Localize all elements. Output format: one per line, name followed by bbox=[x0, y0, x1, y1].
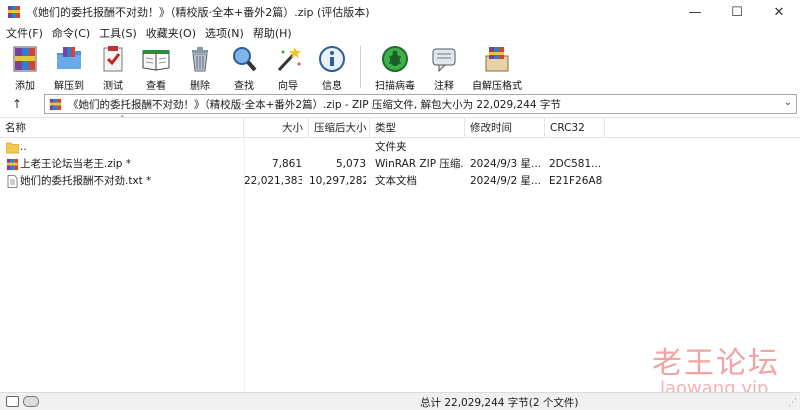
virus-scan-button[interactable]: 扫描病毒 bbox=[369, 42, 421, 92]
menu-favorites[interactable]: 收藏夹(O) bbox=[146, 25, 196, 41]
item-name: .. bbox=[20, 141, 27, 153]
extract-to-button[interactable]: 解压到 bbox=[48, 42, 90, 92]
info-icon bbox=[317, 44, 347, 74]
address-row: ↑ 《她们的委托报酬不对劲！》（精校版·全本+番外2篇）.zip - ZIP 压… bbox=[0, 93, 800, 115]
list-item-parent[interactable]: .. 文件夹 bbox=[0, 139, 800, 156]
status-text: 总计 22,029,244 字节(2 个文件) bbox=[420, 397, 579, 409]
item-size: 22,021,383 bbox=[244, 175, 302, 187]
add-label: 添加 bbox=[15, 81, 35, 92]
winrar-app-icon bbox=[7, 5, 21, 19]
column-type[interactable]: 类型 bbox=[370, 118, 465, 138]
comment-label: 注释 bbox=[434, 81, 454, 92]
item-crc: 2DC581... bbox=[549, 158, 602, 170]
delete-icon bbox=[185, 44, 215, 74]
add-archive-icon bbox=[10, 44, 40, 74]
address-bar[interactable]: 《她们的委托报酬不对劲！》（精校版·全本+番外2篇）.zip - ZIP 压缩文… bbox=[44, 94, 797, 114]
virus-scan-icon bbox=[380, 44, 410, 74]
menu-options[interactable]: 选项(N) bbox=[205, 25, 244, 41]
add-button[interactable]: 添加 bbox=[6, 42, 44, 92]
drive-icon[interactable] bbox=[6, 396, 19, 407]
item-crc: E21F26A8 bbox=[549, 175, 603, 187]
menu-help[interactable]: 帮助(H) bbox=[253, 25, 292, 41]
text-file-icon bbox=[6, 175, 19, 188]
find-icon bbox=[229, 44, 259, 74]
sfx-label: 自解压格式 bbox=[472, 81, 522, 92]
sort-caret-icon: ⌃ bbox=[119, 114, 126, 123]
virus-scan-label: 扫描病毒 bbox=[375, 81, 415, 92]
column-crc[interactable]: CRC32 bbox=[545, 118, 605, 138]
test-button[interactable]: 测试 bbox=[94, 42, 132, 92]
maximize-button[interactable]: ☐ bbox=[716, 0, 758, 24]
close-button[interactable]: ✕ bbox=[758, 0, 800, 24]
column-name-label: 名称 bbox=[5, 122, 26, 134]
view-icon bbox=[141, 44, 171, 74]
view-label: 查看 bbox=[146, 81, 166, 92]
arrow-up-icon: ↑ bbox=[11, 97, 23, 111]
menu-bar: 文件(F) 命令(C) 工具(S) 收藏夹(O) 选项(N) 帮助(H) bbox=[0, 24, 800, 42]
key-icon[interactable] bbox=[23, 396, 39, 407]
list-header: 名称 ⌃ 大小 压缩后大小 类型 修改时间 CRC32 bbox=[0, 114, 800, 138]
chevron-down-icon[interactable]: ⌄ bbox=[784, 97, 792, 108]
extract-to-icon bbox=[54, 44, 84, 74]
menu-file[interactable]: 文件(F) bbox=[6, 25, 43, 41]
folder-icon bbox=[5, 141, 20, 154]
item-modified: 2024/9/3 星... bbox=[470, 158, 542, 170]
window-title: 《她们的委托报酬不对劲！》（精校版·全本+番外2篇）.zip (评估版本) bbox=[27, 6, 370, 19]
info-label: 信息 bbox=[322, 81, 342, 92]
menu-tools[interactable]: 工具(S) bbox=[99, 25, 137, 41]
toolbar: 添加 解压到 测试 查看 删除 查找 向导 信息 扫描病毒 注释 自解压格式 bbox=[0, 42, 800, 92]
address-text: 《她们的委托报酬不对劲！》（精校版·全本+番外2篇）.zip - ZIP 压缩文… bbox=[68, 98, 561, 111]
view-button[interactable]: 查看 bbox=[136, 42, 176, 92]
list-item-txt[interactable]: 她们的委托报酬不对劲.txt * 22,021,383 10,297,282 文… bbox=[0, 173, 800, 190]
item-packed-size: 10,297,282 bbox=[309, 175, 366, 187]
minimize-button[interactable]: — bbox=[674, 0, 716, 24]
column-modified-label: 修改时间 bbox=[470, 122, 512, 134]
item-name: 她们的委托报酬不对劲.txt * bbox=[20, 175, 152, 187]
archive-icon bbox=[49, 98, 62, 111]
item-packed-size: 5,073 bbox=[335, 158, 366, 170]
item-size: 7,861 bbox=[271, 158, 302, 170]
delete-button[interactable]: 删除 bbox=[180, 42, 220, 92]
toolbar-separator bbox=[360, 46, 361, 88]
resize-grip-icon[interactable]: ⋰ bbox=[788, 398, 797, 408]
column-type-label: 类型 bbox=[375, 122, 396, 134]
menu-commands[interactable]: 命令(C) bbox=[52, 25, 90, 41]
delete-label: 删除 bbox=[190, 81, 210, 92]
sfx-button[interactable]: 自解压格式 bbox=[467, 42, 527, 92]
zip-file-icon bbox=[6, 158, 19, 171]
item-type: WinRAR ZIP 压缩... bbox=[375, 158, 465, 170]
list-item-zip[interactable]: 上老王论坛当老王.zip * 7,861 5,073 WinRAR ZIP 压缩… bbox=[0, 156, 800, 173]
close-icon: ✕ bbox=[773, 4, 785, 20]
column-size-label: 大小 bbox=[282, 122, 303, 134]
wizard-icon bbox=[273, 44, 303, 74]
maximize-icon: ☐ bbox=[731, 4, 743, 20]
comment-button[interactable]: 注释 bbox=[425, 42, 463, 92]
title-bar: 《她们的委托报酬不对劲！》（精校版·全本+番外2篇）.zip (评估版本) — … bbox=[0, 0, 800, 24]
wizard-button[interactable]: 向导 bbox=[268, 42, 308, 92]
info-button[interactable]: 信息 bbox=[312, 42, 352, 92]
column-packed-label: 压缩后大小 bbox=[314, 122, 367, 134]
test-label: 测试 bbox=[103, 81, 123, 92]
column-modified[interactable]: 修改时间 bbox=[465, 118, 545, 138]
item-type: 文件夹 bbox=[375, 141, 407, 153]
find-button[interactable]: 查找 bbox=[224, 42, 264, 92]
item-modified: 2024/9/2 星... bbox=[470, 175, 542, 187]
status-bar: 总计 22,029,244 字节(2 个文件) ⋰ bbox=[0, 392, 800, 410]
test-icon bbox=[98, 44, 128, 74]
column-packed[interactable]: 压缩后大小 bbox=[309, 118, 370, 138]
find-label: 查找 bbox=[234, 81, 254, 92]
minimize-icon: — bbox=[688, 4, 702, 20]
item-type: 文本文档 bbox=[375, 175, 417, 187]
up-folder-button[interactable]: ↑ bbox=[4, 94, 30, 114]
wizard-label: 向导 bbox=[278, 81, 298, 92]
watermark-title: 老王论坛 bbox=[652, 346, 780, 381]
item-name: 上老王论坛当老王.zip * bbox=[20, 158, 132, 170]
extract-to-label: 解压到 bbox=[54, 81, 84, 92]
column-size[interactable]: 大小 bbox=[244, 118, 309, 138]
sfx-icon bbox=[482, 44, 512, 74]
column-crc-label: CRC32 bbox=[550, 122, 585, 134]
comment-icon bbox=[429, 44, 459, 74]
